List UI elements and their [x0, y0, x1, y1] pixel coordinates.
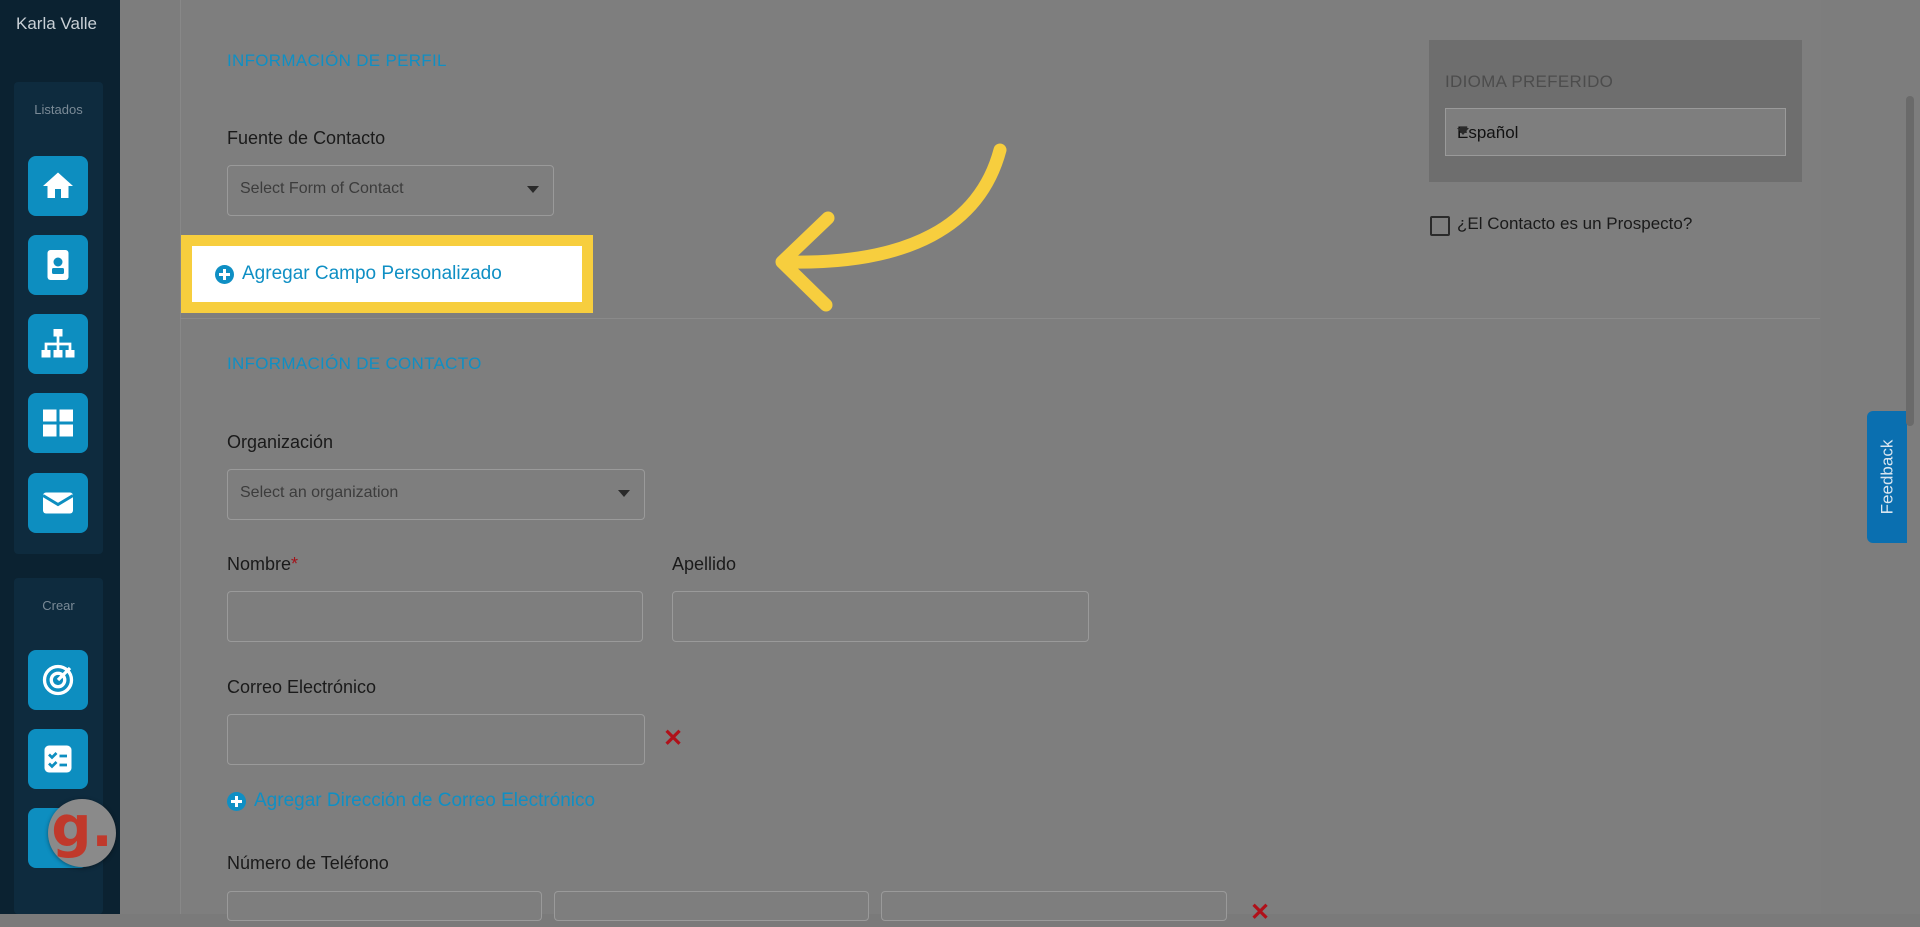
prospect-checkbox[interactable] [1430, 216, 1450, 236]
listados-label: Listados [34, 102, 83, 117]
contact-card-icon [47, 250, 69, 280]
source-select[interactable]: Select Form of Contact [227, 165, 554, 216]
organization-select[interactable]: Select an organization [227, 469, 645, 520]
remove-phone-icon[interactable]: ✕ [1250, 898, 1270, 927]
last-name-input[interactable] [672, 591, 1089, 642]
contacts-button[interactable] [28, 235, 88, 295]
plus-circle-icon [215, 264, 234, 284]
chevron-down-icon [1457, 128, 1469, 135]
phone-type-select[interactable] [881, 891, 1227, 921]
sidebar: Karla Valle Listados Crear [0, 0, 120, 914]
required-mark: * [291, 554, 299, 574]
mail-icon [42, 492, 74, 514]
first-name-input[interactable] [227, 591, 643, 642]
divider [180, 318, 1820, 319]
remove-email-icon[interactable]: ✕ [663, 724, 683, 753]
chevron-down-icon [527, 186, 539, 193]
create-task-button[interactable] [28, 729, 88, 789]
source-placeholder: Select Form of Contact [240, 180, 404, 197]
g-logo-icon[interactable]: g. [48, 799, 116, 867]
feedback-tab[interactable]: Feedback [1867, 411, 1907, 543]
dashboard-button[interactable] [28, 393, 88, 453]
source-label: Fuente de Contacto [227, 128, 386, 148]
org-chart-icon [41, 329, 75, 358]
prospect-label: ¿El Contacto es un Prospecto? [1457, 214, 1693, 233]
scrollbar[interactable] [1906, 96, 1914, 426]
highlight-frame: Agregar Campo Personalizado [181, 235, 593, 313]
profile-section-title: INFORMACIÓN DE PERFIL [227, 51, 447, 70]
user-name[interactable]: Karla Valle [16, 14, 97, 34]
home-icon [43, 172, 73, 198]
last-name-label: Apellido [672, 554, 737, 574]
checklist-icon [44, 745, 72, 773]
contact-section-title: INFORMACIÓN DE CONTACTO [227, 354, 482, 373]
organizations-button[interactable] [28, 314, 88, 374]
chevron-down-icon [618, 490, 630, 497]
add-email-button[interactable]: Agregar Dirección de Correo Electrónico [227, 790, 595, 812]
organization-placeholder: Select an organization [240, 484, 399, 501]
phone-country-code-input[interactable] [227, 891, 542, 921]
first-name-label: Nombre* [227, 554, 299, 574]
email-button[interactable] [28, 473, 88, 533]
pointer-arrow-icon [775, 143, 1007, 312]
target-icon [42, 664, 74, 696]
email-label: Correo Electrónico [227, 677, 377, 697]
add-custom-field-button[interactable]: Agregar Campo Personalizado [215, 263, 502, 285]
phone-number-input[interactable] [554, 891, 869, 921]
email-input[interactable] [227, 714, 645, 765]
language-box: IDIOMA PREFERIDO Español [1429, 40, 1802, 182]
plus-circle-icon [227, 791, 246, 811]
phone-label: Número de Teléfono [227, 853, 389, 873]
add-email-label: Agregar Dirección de Correo Electrónico [254, 790, 596, 811]
dashboard-icon [43, 409, 73, 437]
add-custom-field-label: Agregar Campo Personalizado [242, 263, 502, 284]
organization-label: Organización [227, 432, 334, 452]
home-button[interactable] [28, 156, 88, 216]
create-opportunity-button[interactable] [28, 650, 88, 710]
language-select[interactable]: Español [1445, 108, 1786, 156]
crear-label: Crear [42, 598, 75, 613]
feedback-label: Feedback [1877, 439, 1897, 515]
language-title: IDIOMA PREFERIDO [1445, 72, 1614, 91]
